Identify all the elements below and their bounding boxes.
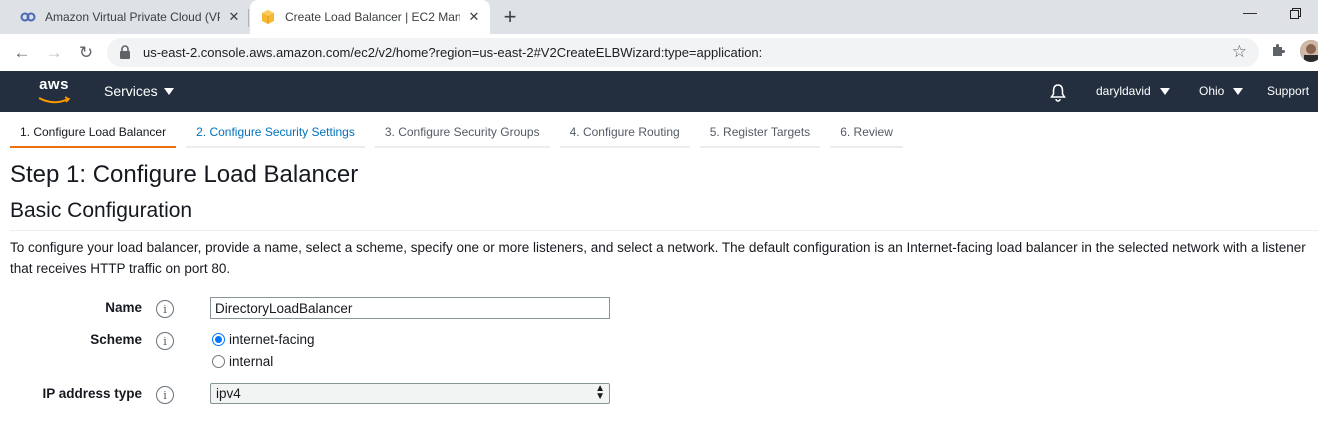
aws-logo-text: aws bbox=[39, 76, 69, 93]
restore-window-icon[interactable] bbox=[1290, 6, 1301, 22]
section-description: To configure your load balancer, provide… bbox=[10, 240, 1306, 276]
aws-vpc-link-icon bbox=[20, 9, 36, 25]
notifications-bell-icon[interactable] bbox=[1048, 82, 1068, 102]
back-arrow-icon[interactable]: ← bbox=[10, 41, 34, 65]
info-icon[interactable]: i bbox=[156, 386, 174, 404]
radio-unselected-icon[interactable] bbox=[212, 355, 225, 368]
radio-label: internal bbox=[229, 354, 274, 369]
ec2-cube-icon bbox=[260, 9, 276, 25]
new-tab-plus-icon[interactable]: + bbox=[498, 4, 522, 29]
section-title: Basic Configuration bbox=[10, 199, 193, 222]
section-divider bbox=[10, 230, 1318, 231]
scheme-label: Scheme bbox=[90, 332, 142, 347]
region-menu-button[interactable]: Ohio bbox=[1199, 84, 1244, 98]
services-menu-button[interactable]: Services bbox=[104, 83, 174, 99]
scheme-radio-internet-facing[interactable]: internet-facing bbox=[212, 332, 315, 347]
aws-smile-icon bbox=[38, 96, 71, 104]
ip-address-type-select[interactable]: ipv4 ▲ ▼ bbox=[210, 383, 610, 404]
scheme-radio-internal[interactable]: internal bbox=[212, 354, 273, 369]
load-balancer-name-input[interactable] bbox=[210, 297, 610, 319]
radio-label: internet-facing bbox=[229, 332, 315, 347]
region-label: Ohio bbox=[1199, 84, 1225, 98]
browser-tab-vpc[interactable]: Amazon Virtual Private Cloud (VP ✕ bbox=[20, 0, 248, 34]
close-tab-icon[interactable]: ✕ bbox=[466, 9, 482, 25]
caret-down-icon bbox=[1233, 87, 1244, 95]
forward-arrow-icon[interactable]: → bbox=[42, 41, 66, 65]
caret-down-icon bbox=[163, 87, 174, 95]
bookmark-star-icon[interactable]: ☆ bbox=[1232, 42, 1247, 62]
aws-logo[interactable]: aws bbox=[36, 77, 72, 105]
info-icon[interactable]: i bbox=[156, 300, 174, 318]
wizard-step-configure-security-groups[interactable]: 3. Configure Security Groups bbox=[374, 118, 550, 148]
tab-title: Amazon Virtual Private Cloud (VP bbox=[45, 10, 220, 24]
account-username: daryldavid bbox=[1096, 84, 1151, 98]
address-bar[interactable]: us-east-2.console.aws.amazon.com/ec2/v2/… bbox=[107, 38, 1259, 67]
browser-tab-strip: Amazon Virtual Private Cloud (VP ✕ Creat… bbox=[0, 0, 1318, 34]
wizard-step-register-targets[interactable]: 5. Register Targets bbox=[699, 118, 821, 148]
radio-selected-icon[interactable] bbox=[212, 333, 225, 346]
support-label: Support bbox=[1267, 84, 1310, 98]
wizard-step-configure-load-balancer[interactable]: 1. Configure Load Balancer bbox=[10, 118, 177, 148]
info-icon[interactable]: i bbox=[156, 332, 174, 350]
caret-down-icon bbox=[1159, 87, 1170, 95]
account-menu-button[interactable]: daryldavid bbox=[1096, 84, 1170, 98]
lock-icon bbox=[119, 45, 133, 59]
wizard-step-review[interactable]: 6. Review bbox=[830, 118, 903, 148]
tab-title: Create Load Balancer | EC2 Mana bbox=[285, 10, 460, 24]
browser-tab-ec2[interactable]: Create Load Balancer | EC2 Mana ✕ bbox=[250, 0, 490, 34]
services-label: Services bbox=[104, 83, 158, 99]
extensions-puzzle-icon[interactable] bbox=[1270, 42, 1286, 62]
select-arrows-icon: ▲ ▼ bbox=[595, 383, 605, 402]
minimize-window-icon[interactable]: — bbox=[1243, 4, 1257, 20]
reload-icon[interactable]: ↻ bbox=[74, 41, 98, 65]
close-tab-icon[interactable]: ✕ bbox=[226, 9, 242, 25]
tab-divider bbox=[248, 9, 249, 27]
wizard-step-configure-security-settings[interactable]: 2. Configure Security Settings bbox=[186, 118, 365, 148]
wizard-steps: 1. Configure Load Balancer 2. Configure … bbox=[10, 118, 913, 148]
page-title: Step 1: Configure Load Balancer bbox=[10, 161, 359, 188]
profile-avatar[interactable] bbox=[1300, 40, 1318, 62]
browser-toolbar: ← → ↻ us-east-2.console.aws.amazon.com/e… bbox=[0, 34, 1318, 71]
name-label: Name bbox=[105, 300, 142, 315]
select-value: ipv4 bbox=[216, 386, 241, 401]
ip-address-type-label: IP address type bbox=[42, 386, 142, 401]
wizard-step-configure-routing[interactable]: 4. Configure Routing bbox=[559, 118, 690, 148]
support-menu-button[interactable]: Support bbox=[1267, 84, 1309, 98]
url-text: us-east-2.console.aws.amazon.com/ec2/v2/… bbox=[143, 45, 763, 60]
aws-console-nav: aws Services daryldavid Ohio Support bbox=[0, 71, 1318, 112]
